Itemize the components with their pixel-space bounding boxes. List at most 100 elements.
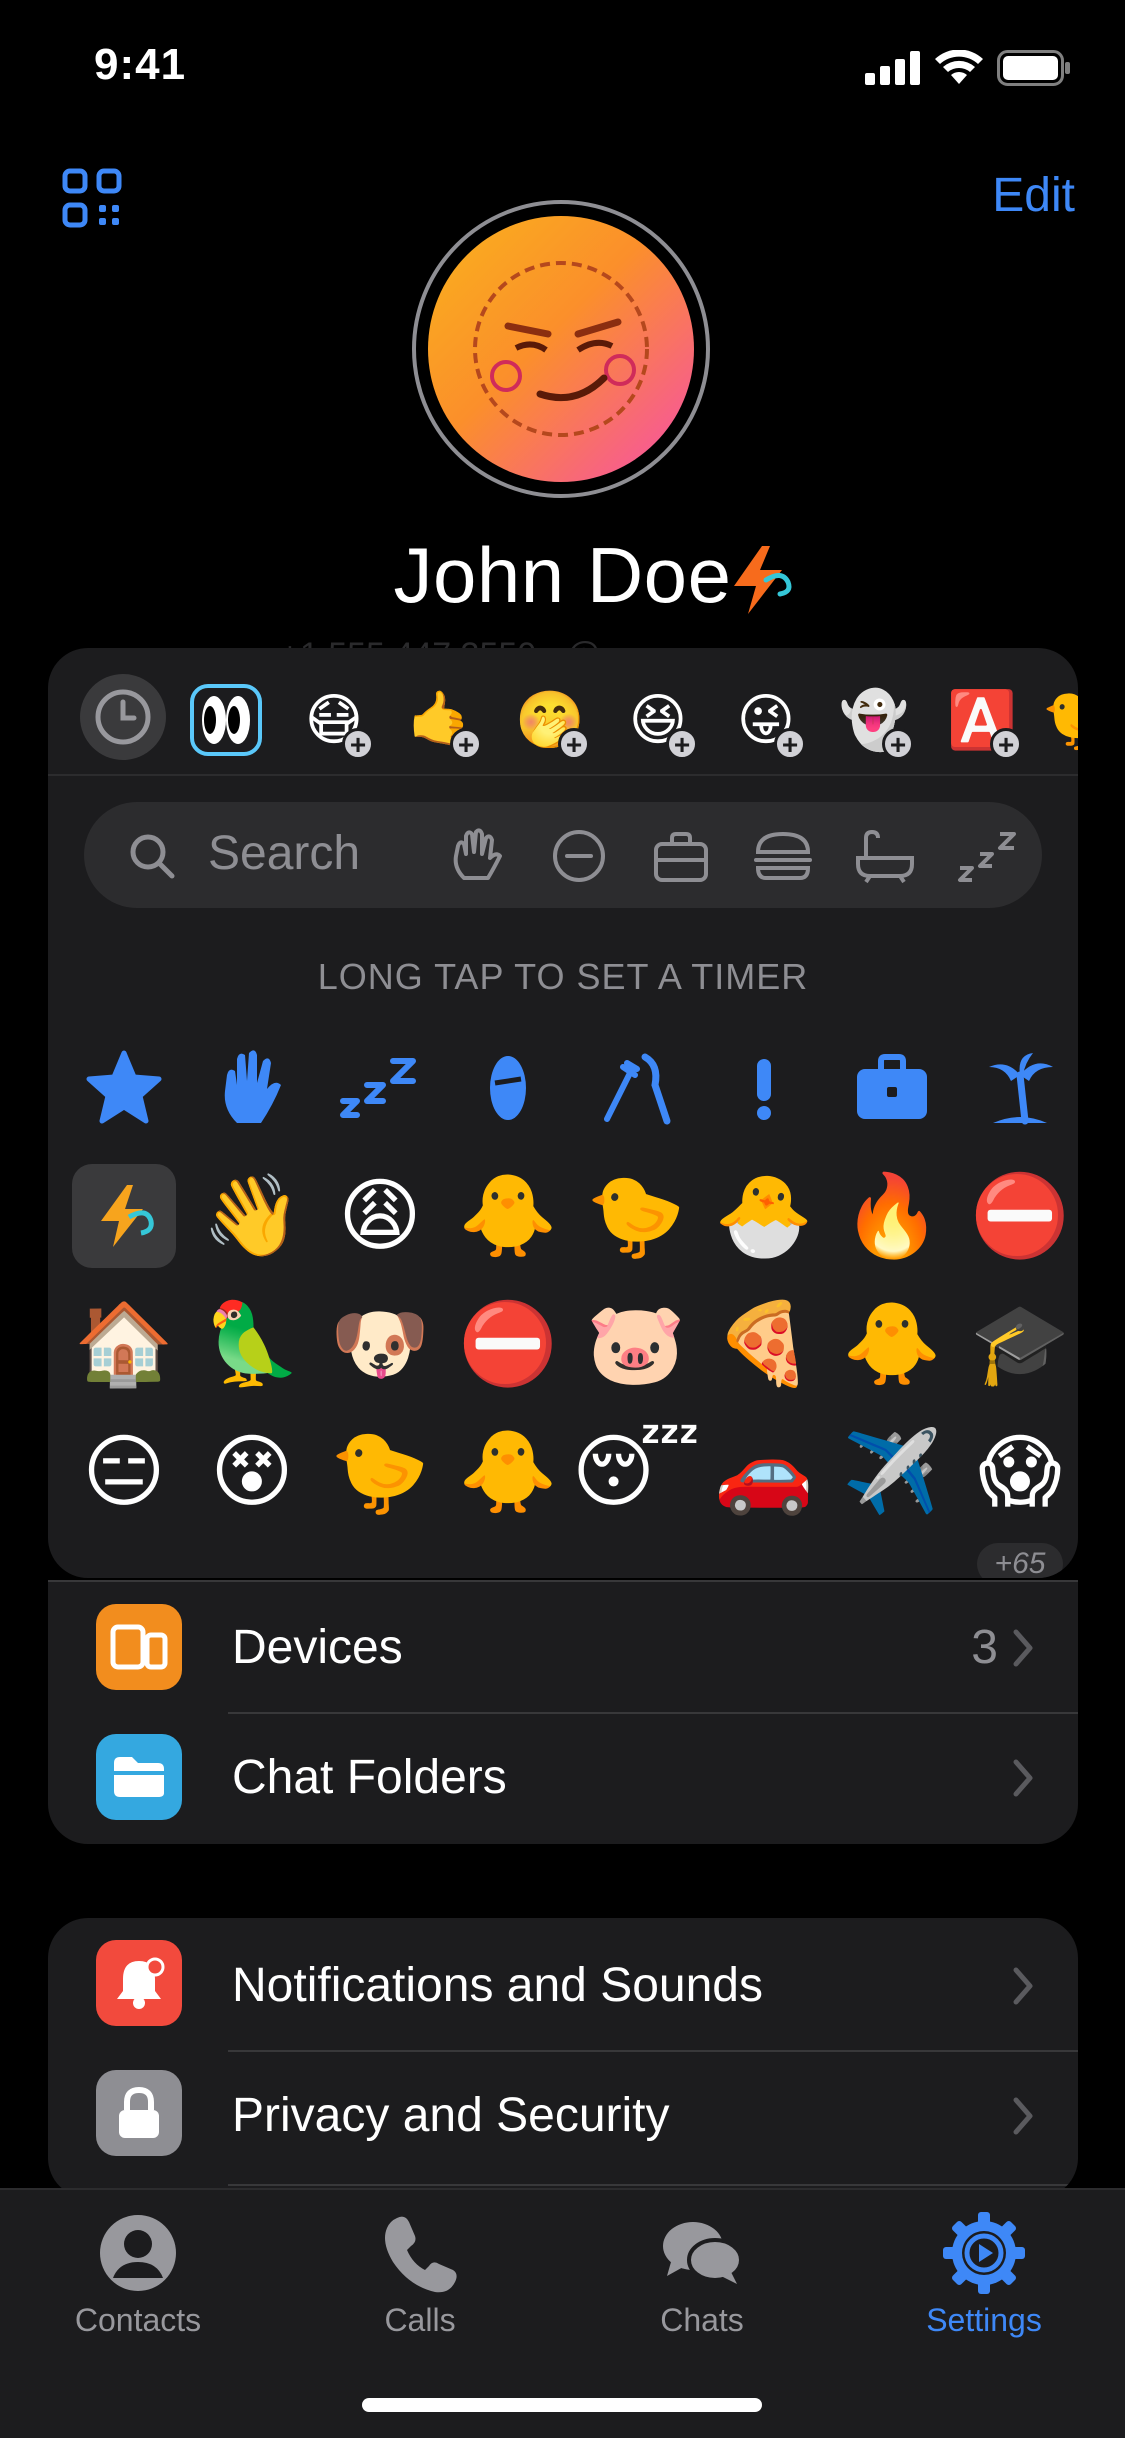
recent-button[interactable]	[80, 674, 166, 760]
status-emoji[interactable]: 🦜	[200, 1292, 304, 1396]
status-oval[interactable]	[456, 1036, 560, 1140]
tab-chats[interactable]: Chats	[592, 2208, 812, 2339]
emoji-pack-strip: 😷 + 🤙 + 🤭 + 😆 + 😜 + 👻 + 🅰️ + 🐤	[48, 648, 1078, 776]
status-emoji[interactable]: 😴	[572, 1420, 700, 1524]
briefcase-icon	[857, 1054, 927, 1119]
premium-bolt-icon[interactable]	[720, 540, 800, 620]
status-emoji[interactable]: 😵	[200, 1420, 304, 1524]
emoji-glyph: 🦜	[202, 1299, 302, 1388]
status-emoji[interactable]	[72, 1536, 176, 1578]
status-emoji[interactable]	[456, 1536, 560, 1578]
strip-pack-4[interactable]: 😆 +	[622, 684, 698, 760]
emoji-glyph: 🏠	[74, 1299, 174, 1388]
tab-contacts[interactable]: Contacts	[28, 2208, 248, 2339]
smirk-face-illustration	[473, 261, 649, 437]
status-emoji[interactable]: 🐷	[584, 1292, 688, 1396]
edit-button[interactable]: Edit	[992, 168, 1075, 223]
emoji-category-bar	[444, 828, 1020, 884]
strip-pack-3[interactable]: 🤭 +	[514, 684, 590, 760]
emoji-row-partial: +65	[72, 1536, 1072, 1578]
status-emoji[interactable]: 😱	[968, 1420, 1072, 1524]
status-emoji[interactable]: 😑	[72, 1420, 176, 1524]
status-zzz[interactable]	[328, 1036, 432, 1140]
status-emoji[interactable]: 🐥	[456, 1164, 560, 1268]
strip-pack-1[interactable]: 😷 +	[298, 684, 374, 760]
devices-row[interactable]: Devices 3	[48, 1582, 1078, 1712]
status-emoji[interactable]	[328, 1536, 432, 1578]
briefcase-category-icon[interactable]	[648, 828, 714, 884]
emoji-row: 👋 😩 🐥 🐤 🐣 🔥 ⛔	[72, 1152, 1072, 1280]
chat-bubbles-icon	[663, 2222, 743, 2284]
emoji-glyph: ⛔	[970, 1171, 1070, 1260]
status-emoji[interactable]: 🍕	[712, 1292, 816, 1396]
cellular-signal-icon	[865, 51, 920, 85]
status-vacation[interactable]	[968, 1036, 1072, 1140]
more-emoji-button[interactable]: +65	[968, 1536, 1072, 1578]
tab-settings[interactable]: Settings	[874, 2208, 1094, 2339]
notifications-row[interactable]: Notifications and Sounds	[48, 1918, 1078, 2050]
minus-circle-category-icon[interactable]	[546, 828, 612, 884]
strip-pack-2[interactable]: 🤙 +	[406, 684, 482, 760]
emoji-glyph: 🐥	[458, 1427, 558, 1516]
strip-pack-6[interactable]: 👻 +	[838, 684, 914, 760]
status-emoji[interactable]: 🐥	[456, 1420, 560, 1524]
status-work[interactable]	[840, 1036, 944, 1140]
zzz-category-icon[interactable]	[954, 828, 1020, 884]
home-indicator	[362, 2398, 762, 2412]
chat-folders-label: Chat Folders	[232, 1751, 507, 1804]
add-pack-badge: +	[882, 728, 914, 760]
status-wave[interactable]	[200, 1036, 304, 1140]
status-emoji[interactable]: 🐣	[712, 1164, 816, 1268]
strip-pack-0[interactable]	[190, 684, 262, 756]
status-emoji[interactable]: 🔥	[840, 1164, 944, 1268]
emoji-row: 🏠 🦜 🐶 ⛔ 🐷 🍕 🐥 🎓	[72, 1280, 1072, 1408]
emoji-glyph: 👋	[202, 1171, 302, 1260]
emoji-glyph: 😱	[978, 1427, 1062, 1516]
chevron-right-icon	[1013, 1759, 1033, 1797]
status-emoji[interactable]: 🐥	[840, 1292, 944, 1396]
status-emoji[interactable]	[584, 1536, 688, 1578]
status-emoji[interactable]: 👋	[200, 1164, 304, 1268]
fork-knife-icon	[604, 1053, 671, 1125]
status-emoji[interactable]	[200, 1536, 304, 1578]
status-exclaim[interactable]	[712, 1036, 816, 1140]
qr-code-icon[interactable]	[62, 168, 122, 228]
status-dining[interactable]	[584, 1036, 688, 1140]
wave-hand-category-icon[interactable]	[444, 828, 510, 884]
status-emoji-selected[interactable]	[72, 1164, 176, 1268]
tab-calls[interactable]: Calls	[310, 2208, 530, 2339]
phone-icon	[385, 2216, 457, 2293]
status-emoji[interactable]: ✈️	[840, 1420, 944, 1524]
lock-icon	[96, 2070, 182, 2156]
status-star[interactable]	[72, 1036, 176, 1140]
status-emoji[interactable]: 🐤	[584, 1164, 688, 1268]
star-icon	[86, 1050, 162, 1124]
status-emoji[interactable]: 🐶	[328, 1292, 432, 1396]
tab-label: Chats	[660, 2302, 744, 2338]
status-icons	[865, 50, 1071, 86]
divider	[48, 774, 1078, 776]
strip-pack-7[interactable]: 🅰️ +	[946, 684, 1022, 760]
lightning-bolt-icon	[101, 1185, 154, 1247]
strip-pack-8[interactable]: 🐤	[1042, 684, 1078, 756]
status-emoji[interactable]	[840, 1536, 944, 1578]
privacy-row[interactable]: Privacy and Security	[48, 2052, 1078, 2184]
status-emoji[interactable]: 🐤	[328, 1420, 432, 1524]
emoji-search-field[interactable]: Search	[84, 802, 1042, 908]
status-emoji[interactable]: 🏠	[72, 1292, 176, 1396]
status-emoji[interactable]: 😩	[328, 1164, 432, 1268]
settings-group-notifications: Notifications and Sounds Privacy and Sec…	[48, 1918, 1078, 2198]
status-emoji[interactable]: 🚗	[712, 1420, 816, 1524]
status-emoji[interactable]: ⛔	[968, 1164, 1072, 1268]
devices-label: Devices	[232, 1621, 403, 1674]
status-emoji[interactable]: ⛔	[456, 1292, 560, 1396]
strip-pack-5[interactable]: 😜 +	[730, 684, 806, 760]
status-emoji[interactable]	[712, 1536, 816, 1578]
devices-count: 3	[971, 1621, 998, 1674]
chat-folders-row[interactable]: Chat Folders	[48, 1714, 1078, 1844]
status-emoji[interactable]: 🎓	[968, 1292, 1072, 1396]
burger-category-icon[interactable]	[750, 828, 816, 884]
bathtub-category-icon[interactable]	[852, 828, 918, 884]
emoji-glyph: 🐥	[458, 1171, 558, 1260]
avatar[interactable]	[428, 216, 694, 482]
